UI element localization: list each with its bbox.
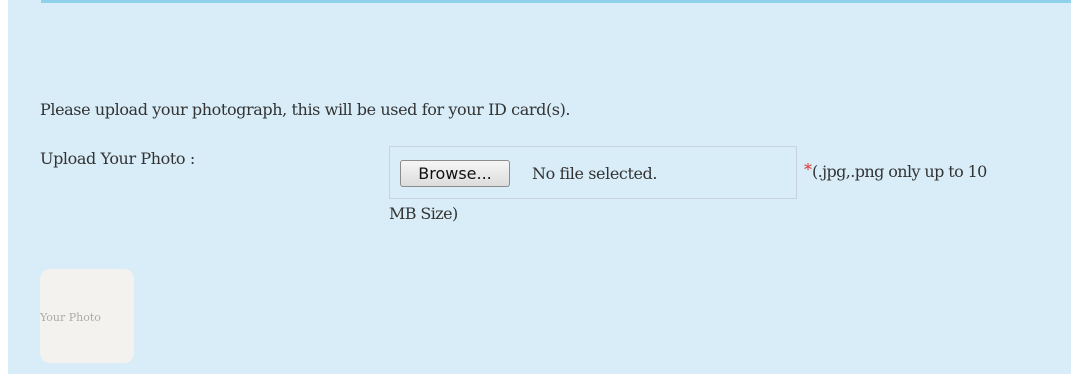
upload-panel: Please upload your photograph, this will… <box>8 0 1071 374</box>
panel-top-border <box>41 0 1071 3</box>
file-status-text: No file selected. <box>532 164 658 183</box>
browse-button[interactable]: Browse... <box>400 160 510 187</box>
format-hint: (.jpg,.png only up to 10 <box>812 162 987 181</box>
photo-preview: Your Photo <box>40 269 134 363</box>
upload-instruction: Please upload your photograph, this will… <box>40 100 571 119</box>
upload-photo-label: Upload Your Photo : <box>40 149 195 168</box>
format-hint-continued: MB Size) <box>389 204 458 223</box>
file-input[interactable]: Browse... No file selected. <box>389 146 797 199</box>
required-marker: * <box>804 160 812 179</box>
photo-placeholder-text: Your Photo <box>40 311 101 324</box>
